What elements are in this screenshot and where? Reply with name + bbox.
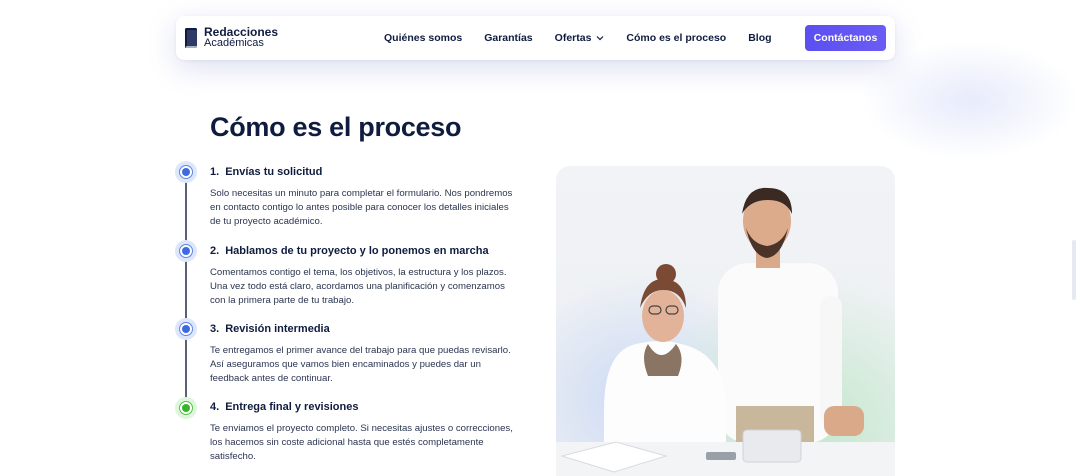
step-heading: Envías tu solicitud bbox=[225, 166, 323, 178]
step-number: 4. bbox=[210, 401, 220, 413]
timeline-dot-4 bbox=[175, 397, 197, 419]
step-description: Solo necesitas un minuto para completar … bbox=[210, 188, 513, 227]
process-step-3: 3. Revisión intermedia Te entregamos el … bbox=[210, 323, 520, 386]
step-description: Comentamos contigo el tema, los objetivo… bbox=[210, 267, 507, 306]
step-heading: Hablamos de tu proyecto y lo ponemos en … bbox=[225, 245, 489, 257]
brand-name: Redacciones Académicas bbox=[204, 26, 278, 49]
step-title: 1. Envías tu solicitud bbox=[210, 166, 520, 178]
process-step-1: 1. Envías tu solicitud Solo necesitas un… bbox=[210, 166, 520, 229]
step-title: 3. Revisión intermedia bbox=[210, 323, 520, 335]
background-glow bbox=[860, 40, 1080, 160]
team-photo bbox=[556, 166, 895, 476]
process-step-4: 4. Entrega final y revisiones Te enviamo… bbox=[210, 401, 520, 464]
contact-button[interactable]: Contáctanos bbox=[805, 25, 886, 51]
timeline-line bbox=[185, 172, 187, 408]
step-heading: Revisión intermedia bbox=[225, 323, 330, 335]
section-title: Cómo es el proceso bbox=[210, 112, 462, 142]
brand-logo[interactable]: Redacciones Académicas bbox=[184, 26, 278, 50]
timeline-dot-2 bbox=[175, 240, 197, 262]
step-title: 4. Entrega final y revisiones bbox=[210, 401, 520, 413]
timeline-dot-1 bbox=[175, 161, 197, 183]
step-number: 2. bbox=[210, 245, 220, 257]
main-nav: Quiénes somos Garantías Ofertas Cómo es … bbox=[384, 16, 794, 60]
brand-line2: Académicas bbox=[204, 37, 264, 49]
step-number: 1. bbox=[210, 166, 220, 178]
step-title: 2. Hablamos de tu proyecto y lo ponemos … bbox=[210, 245, 520, 257]
team-photo-illustration bbox=[556, 166, 895, 476]
nav-item-quienes-somos[interactable]: Quiénes somos bbox=[384, 32, 462, 44]
nav-item-garantias[interactable]: Garantías bbox=[484, 32, 532, 44]
nav-item-como-es-el-proceso[interactable]: Cómo es el proceso bbox=[626, 32, 726, 44]
nav-item-blog[interactable]: Blog bbox=[748, 32, 771, 44]
scroll-indicator bbox=[1072, 240, 1076, 300]
timeline-dot-3 bbox=[175, 318, 197, 340]
nav-item-ofertas[interactable]: Ofertas bbox=[555, 32, 605, 44]
step-heading: Entrega final y revisiones bbox=[225, 401, 359, 413]
chevron-down-icon bbox=[596, 36, 604, 41]
step-description: Te enviamos el proyecto completo. Si nec… bbox=[210, 423, 513, 462]
step-description: Te entregamos el primer avance del traba… bbox=[210, 345, 511, 384]
top-navbar: Redacciones Académicas Quiénes somos Gar… bbox=[176, 16, 895, 60]
step-number: 3. bbox=[210, 323, 220, 335]
book-icon bbox=[184, 26, 200, 50]
process-step-2: 2. Hablamos de tu proyecto y lo ponemos … bbox=[210, 245, 520, 308]
nav-item-ofertas-label: Ofertas bbox=[554, 32, 592, 44]
